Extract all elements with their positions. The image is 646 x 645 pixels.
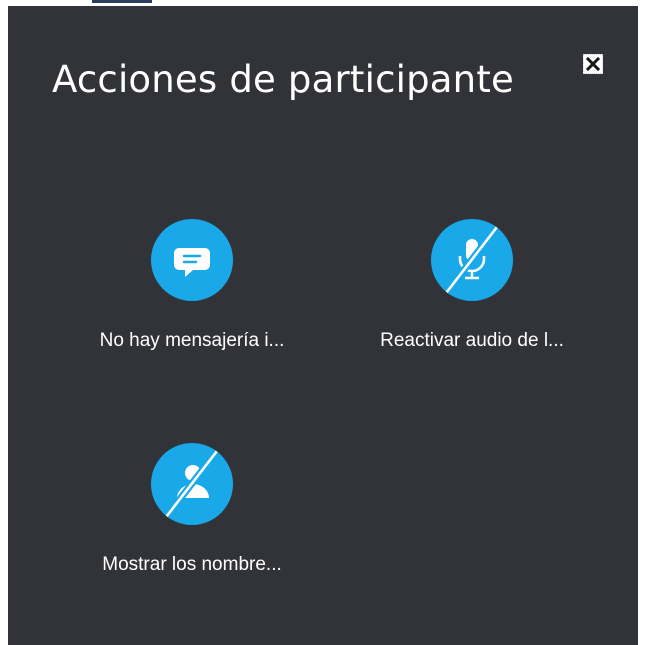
close-icon (585, 56, 601, 72)
chat-action-button[interactable] (151, 219, 233, 301)
action-label: Mostrar los nombre... (102, 554, 282, 575)
show-names-action[interactable]: Mostrar los nombre... (72, 443, 312, 576)
dialog-title: Acciones de participante (52, 58, 514, 101)
no-instant-messaging-action[interactable]: No hay mensajería i... (72, 219, 312, 352)
microphone-off-icon (440, 224, 500, 300)
person-off-icon (160, 448, 220, 524)
close-button[interactable] (583, 54, 603, 74)
action-label: Reactivar audio de l... (380, 330, 564, 351)
window-left-edge (0, 0, 8, 645)
window-tab-accent (92, 0, 152, 3)
action-label: No hay mensajería i... (99, 330, 285, 351)
unmute-audio-action[interactable]: Reactivar audio de l... (352, 219, 592, 352)
microphone-action-button[interactable] (431, 219, 513, 301)
names-action-button[interactable] (151, 443, 233, 525)
chat-bubble-icon (174, 248, 210, 277)
participant-actions-dialog: Acciones de participante No hay mensajer… (8, 6, 638, 645)
